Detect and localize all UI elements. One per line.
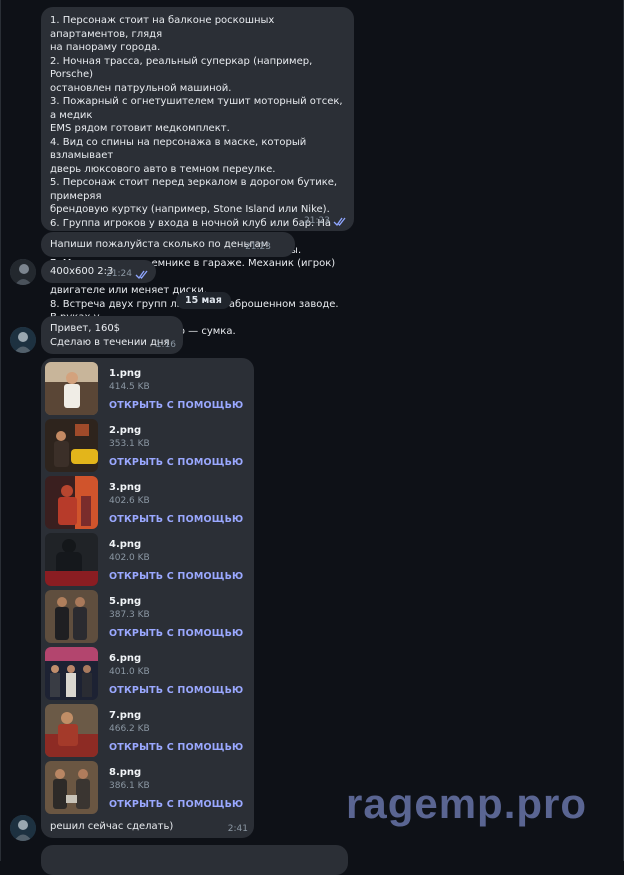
file-name: 2.png bbox=[109, 425, 142, 436]
watermark: ragemp.pro bbox=[346, 780, 588, 827]
avatar-image bbox=[10, 815, 36, 841]
message-time: 21:23 bbox=[304, 216, 330, 226]
image-thumbnail[interactable] bbox=[45, 590, 98, 643]
avatar[interactable] bbox=[10, 815, 36, 841]
file-size: 402.0 KB bbox=[109, 553, 150, 563]
open-with-button[interactable]: ОТКРЫТЬ С ПОМОЩЬЮ bbox=[109, 457, 243, 468]
message-bubble-price-question[interactable]: Напиши пожалуйста сколько по деньгам 21:… bbox=[41, 232, 295, 257]
file-name: 3.png bbox=[109, 482, 142, 493]
message-meta: 21:23 bbox=[304, 216, 347, 226]
date-separator: 15 мая bbox=[176, 292, 231, 309]
image-thumbnail[interactable] bbox=[45, 761, 98, 814]
double-check-icon bbox=[135, 270, 148, 279]
image-thumbnail[interactable] bbox=[45, 704, 98, 757]
avatar[interactable] bbox=[10, 327, 36, 353]
file-item[interactable]: 3.png 402.6 KB ОТКРЫТЬ С ПОМОЩЬЮ bbox=[45, 476, 245, 529]
message-time: 21:24 bbox=[106, 269, 132, 279]
open-with-button[interactable]: ОТКРЫТЬ С ПОМОЩЬЮ bbox=[109, 400, 243, 411]
file-item[interactable]: 4.png 402.0 KB ОТКРЫТЬ С ПОМОЩЬЮ bbox=[45, 533, 245, 586]
file-size: 414.5 KB bbox=[109, 382, 150, 392]
file-name: 1.png bbox=[109, 368, 142, 379]
open-with-button[interactable]: ОТКРЫТЬ С ПОМОЩЬЮ bbox=[109, 514, 243, 525]
file-size: 353.1 KB bbox=[109, 439, 150, 449]
image-thumbnail[interactable] bbox=[45, 647, 98, 700]
file-size: 466.2 KB bbox=[109, 724, 150, 734]
left-border bbox=[0, 0, 1, 861]
image-thumbnail[interactable] bbox=[45, 362, 98, 415]
message-meta: 1:16 bbox=[156, 340, 176, 350]
open-with-button[interactable]: ОТКРЫТЬ С ПОМОЩЬЮ bbox=[109, 628, 243, 639]
message-meta: 2:41 bbox=[228, 824, 248, 834]
message-meta: 21:23 bbox=[245, 242, 271, 252]
open-with-button[interactable]: ОТКРЫТЬ С ПОМОЩЬЮ bbox=[109, 742, 243, 753]
file-item[interactable]: 6.png 401.0 KB ОТКРЫТЬ С ПОМОЩЬЮ bbox=[45, 647, 245, 700]
file-item[interactable]: 7.png 466.2 KB ОТКРЫТЬ С ПОМОЩЬЮ bbox=[45, 704, 245, 757]
file-size: 386.1 KB bbox=[109, 781, 150, 791]
image-thumbnail[interactable] bbox=[45, 419, 98, 472]
open-with-button[interactable]: ОТКРЫТЬ С ПОМОЩЬЮ bbox=[109, 571, 243, 582]
file-name: 4.png bbox=[109, 539, 142, 550]
message-bubble-size[interactable]: 400x600 2:3 21:24 bbox=[41, 260, 156, 283]
file-item[interactable]: 8.png 386.1 KB ОТКРЫТЬ С ПОМОЩЬЮ bbox=[45, 761, 245, 814]
file-item[interactable]: 5.png 387.3 KB ОТКРЫТЬ С ПОМОЩЬЮ bbox=[45, 590, 245, 643]
image-thumbnail[interactable] bbox=[45, 533, 98, 586]
avatar-image bbox=[10, 327, 36, 353]
file-name: 5.png bbox=[109, 596, 142, 607]
file-item[interactable]: 1.png 414.5 KB ОТКРЫТЬ С ПОМОЩЬЮ bbox=[45, 362, 245, 415]
file-name: 8.png bbox=[109, 767, 142, 778]
open-with-button[interactable]: ОТКРЫТЬ С ПОМОЩЬЮ bbox=[109, 799, 243, 810]
double-check-icon bbox=[333, 217, 346, 226]
image-thumbnail[interactable] bbox=[45, 476, 98, 529]
file-size: 401.0 KB bbox=[109, 667, 150, 677]
message-text: 1. Персонаж стоит на балконе роскошных а… bbox=[50, 15, 343, 337]
message-bubble-partial[interactable] bbox=[41, 845, 348, 875]
file-name: 7.png bbox=[109, 710, 142, 721]
message-caption: решил сейчас сделать) bbox=[50, 821, 174, 832]
message-time: 1:16 bbox=[155, 340, 176, 350]
avatar-image bbox=[10, 259, 36, 285]
files-message-bubble: 1.png 414.5 KB ОТКРЫТЬ С ПОМОЩЬЮ 2.png 3… bbox=[41, 358, 254, 838]
file-item[interactable]: 2.png 353.1 KB ОТКРЫТЬ С ПОМОЩЬЮ bbox=[45, 419, 245, 472]
file-size: 402.6 KB bbox=[109, 496, 150, 506]
message-meta: 21:24 bbox=[106, 269, 149, 279]
file-size: 387.3 KB bbox=[109, 610, 150, 620]
message-time: 2:41 bbox=[227, 824, 248, 834]
message-time: 21:23 bbox=[245, 242, 271, 252]
message-bubble-offer[interactable]: Привет, 160$ Сделаю в течении дня 1:16 bbox=[41, 316, 183, 354]
avatar[interactable] bbox=[10, 259, 36, 285]
open-with-button[interactable]: ОТКРЫТЬ С ПОМОЩЬЮ bbox=[109, 685, 243, 696]
message-bubble-prompts[interactable]: 1. Персонаж стоит на балконе роскошных а… bbox=[41, 7, 354, 337]
file-name: 6.png bbox=[109, 653, 142, 664]
